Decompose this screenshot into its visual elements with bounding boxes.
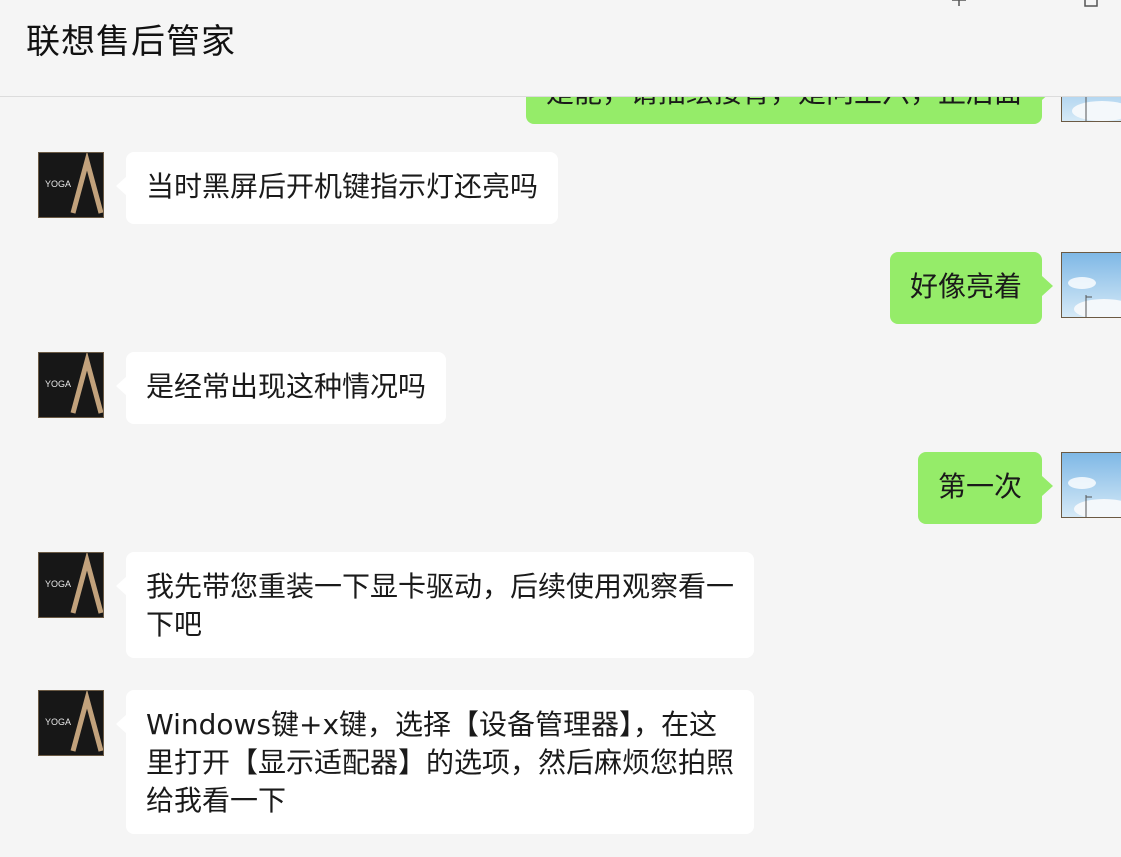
pin-icon[interactable] <box>948 0 970 10</box>
message-bubble[interactable]: Windows键+x键，选择【设备管理器】，在这 里打开【显示适配器】的选项，然… <box>126 690 754 834</box>
sky-photo-icon <box>1062 253 1121 317</box>
chat-area[interactable]: 是能，请描绘接背，是问上六，正后面 YOGA 当时黑屏后开机键指示灯还亮吗 好像… <box>0 0 1121 857</box>
agent-avatar[interactable]: YOGA <box>38 352 104 418</box>
avatar-text: YOGA <box>45 717 71 727</box>
user-avatar[interactable] <box>1061 452 1121 518</box>
maximize-icon[interactable] <box>1080 0 1102 10</box>
message-bubble[interactable]: 是经常出现这种情况吗 <box>126 352 446 424</box>
agent-avatar[interactable]: YOGA <box>38 690 104 756</box>
message-bubble[interactable]: 当时黑屏后开机键指示灯还亮吗 <box>126 152 558 224</box>
message-bubble[interactable]: 我先带您重装一下显卡驱动，后续使用观察看一 下吧 <box>126 552 754 658</box>
chat-header: 联想售后管家 <box>0 0 1121 97</box>
yoga-logo-icon: YOGA <box>39 353 103 417</box>
bubble-tail <box>1042 476 1053 496</box>
yoga-logo-icon: YOGA <box>39 691 103 755</box>
chat-title: 联想售后管家 <box>26 22 236 62</box>
sky-photo-icon <box>1062 453 1121 517</box>
yoga-logo-icon: YOGA <box>39 553 103 617</box>
avatar-text: YOGA <box>45 379 71 389</box>
avatar-text: YOGA <box>45 179 71 189</box>
bubble-tail <box>1042 276 1053 296</box>
avatar-text: YOGA <box>45 579 71 589</box>
agent-avatar[interactable]: YOGA <box>38 152 104 218</box>
agent-avatar[interactable]: YOGA <box>38 552 104 618</box>
message-bubble[interactable]: 好像亮着 <box>890 252 1042 324</box>
message-bubble[interactable]: 第一次 <box>918 452 1042 524</box>
yoga-logo-icon: YOGA <box>39 153 103 217</box>
user-avatar[interactable] <box>1061 252 1121 318</box>
